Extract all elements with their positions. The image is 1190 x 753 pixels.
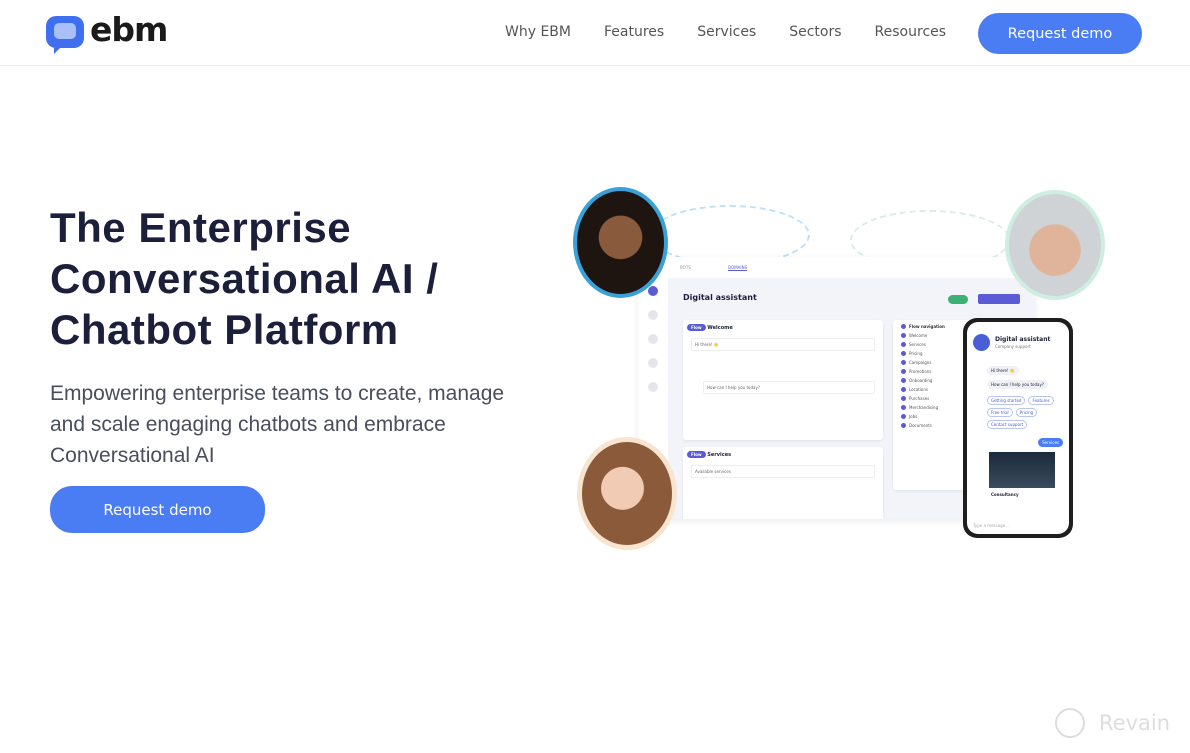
logo[interactable]: ebm bbox=[46, 10, 168, 54]
revain-watermark: Revain bbox=[1055, 708, 1170, 738]
hero-subtitle: Empowering enterprise teams to create, m… bbox=[50, 382, 505, 467]
nav-services[interactable]: Services bbox=[697, 24, 756, 40]
decorative-dashed-path bbox=[650, 205, 810, 265]
product-illustration: BOTS DOMAINS Digital assistant Flow Welco… bbox=[560, 180, 1120, 560]
avatar-woman-2 bbox=[577, 437, 677, 550]
nav-sectors[interactable]: Sectors bbox=[789, 24, 841, 40]
nav-why-ebm[interactable]: Why EBM bbox=[505, 24, 571, 40]
dashboard-title: Digital assistant bbox=[683, 293, 757, 302]
revain-logo-icon bbox=[1055, 708, 1085, 738]
phone-mockup: Digital assistant Company support Hi the… bbox=[963, 318, 1073, 538]
avatar-man bbox=[1005, 190, 1105, 300]
nav-features[interactable]: Features bbox=[604, 24, 664, 40]
hero-request-demo-button[interactable]: Request demo bbox=[50, 486, 265, 533]
logo-text: ebm bbox=[90, 10, 168, 49]
chat-bubble-logo-icon bbox=[46, 15, 84, 54]
nav-resources[interactable]: Resources bbox=[875, 24, 947, 40]
nav-request-demo-button[interactable]: Request demo bbox=[978, 13, 1142, 54]
avatar-woman-1 bbox=[573, 187, 668, 298]
main-menu: Why EBM Features Services Sectors Resour… bbox=[505, 24, 979, 40]
hero-title: The Enterprise Conversational AI / Chatb… bbox=[50, 204, 439, 353]
top-nav: ebm Why EBM Features Services Sectors Re… bbox=[0, 0, 1190, 66]
